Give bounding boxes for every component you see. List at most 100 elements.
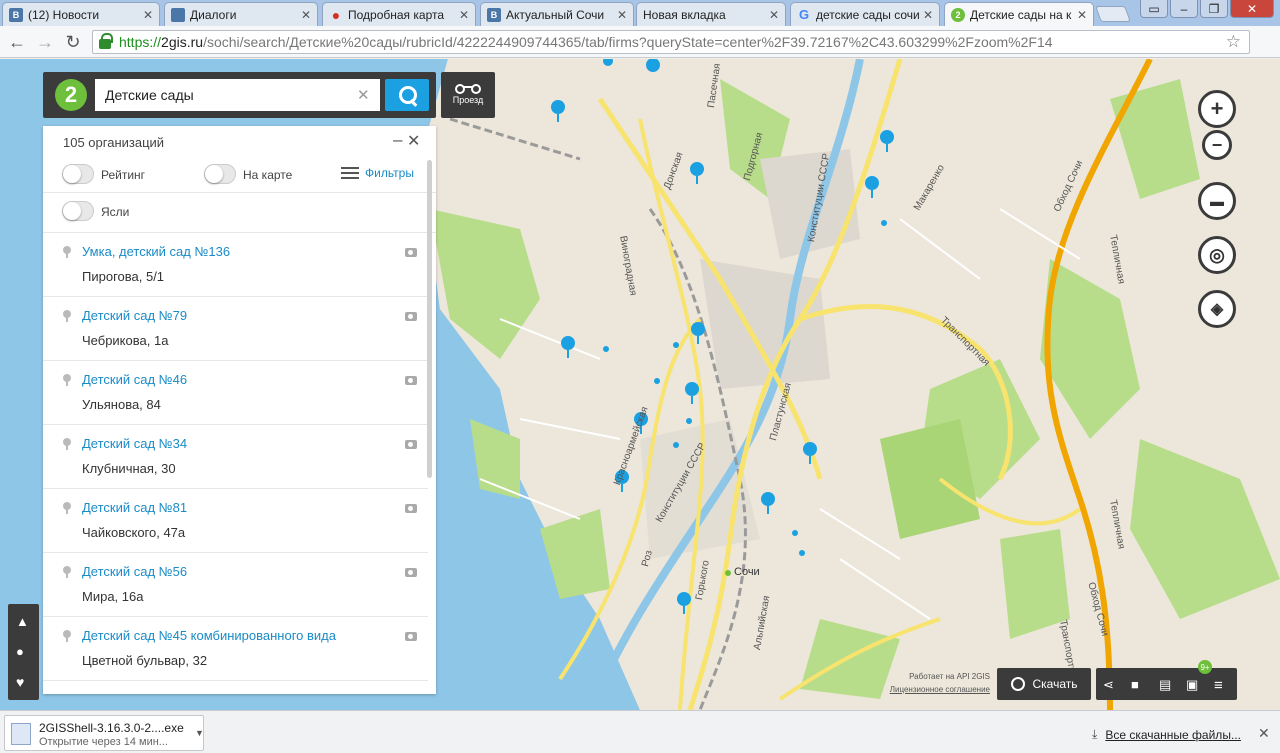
camera-icon[interactable]: [405, 248, 417, 257]
chevron-down-icon[interactable]: ▼: [195, 728, 204, 738]
zoom-out-button[interactable]: −: [1202, 130, 1232, 160]
tab-new[interactable]: Новая вкладка ✕: [636, 2, 786, 26]
map-copyright: Работает на API 2GIS Лицензионное соглаш…: [876, 670, 990, 696]
close-icon[interactable]: ✕: [617, 8, 627, 22]
item-name[interactable]: Умка, детский сад №136: [82, 244, 230, 259]
item-name[interactable]: Детский сад №81: [82, 500, 187, 515]
download-file-name: 2GISShell-3.16.3.0-2....exe: [39, 721, 184, 735]
tab-actual-sochi[interactable]: В Актуальный Сочи ✕: [480, 2, 634, 26]
route-icon: [455, 82, 481, 94]
item-name[interactable]: Детский сад №56: [82, 564, 187, 579]
clear-icon[interactable]: ✕: [357, 86, 370, 104]
route-button[interactable]: Проезд: [441, 72, 495, 118]
download-status: Открытие через 14 мин...: [39, 736, 168, 748]
search-input[interactable]: [95, 79, 380, 111]
comment-icon[interactable]: ■: [1131, 677, 1147, 692]
search-bar: 2 ✕: [43, 72, 436, 118]
download-item[interactable]: 2GISShell-3.16.3.0-2....exe Открытие чер…: [4, 715, 204, 751]
reload-icon[interactable]: ↻: [62, 32, 84, 52]
tab-label: детские сады сочи: [816, 7, 919, 22]
locate-me-icon[interactable]: ◎: [1198, 236, 1236, 274]
list-item[interactable]: Детский сад №46 Ульянова, 84: [43, 361, 428, 425]
close-icon[interactable]: ✕: [301, 8, 311, 22]
on-map-toggle[interactable]: [204, 164, 236, 184]
item-name[interactable]: Детский сад №46: [82, 372, 187, 387]
heart-icon[interactable]: ♥: [16, 674, 31, 690]
url-input[interactable]: https://2gis.ru/sochi/search/Детские%20с…: [92, 30, 1250, 54]
left-tools: ▲ ● ♥: [8, 604, 39, 700]
forward-arrow-icon[interactable]: →: [34, 32, 56, 52]
tab-2gis-active[interactable]: 2 Детские сады на к ✕: [944, 2, 1094, 27]
list-item[interactable]: Детский сад №56 Мира, 16а: [43, 553, 428, 617]
share-icon[interactable]: ⋖: [1103, 677, 1119, 692]
close-panel-icon[interactable]: ✕: [407, 131, 420, 151]
location-pin-icon: [63, 630, 71, 642]
list-item[interactable]: Детский сад №79 Чебрикова, 1а: [43, 297, 428, 361]
close-icon[interactable]: ✕: [923, 8, 933, 22]
list-item[interactable]: Детский сад №81 Чайковского, 47а: [43, 489, 428, 553]
download-shelf: 2GISShell-3.16.3.0-2....exe Открытие чер…: [0, 710, 1280, 753]
filters-icon: [341, 166, 359, 180]
tab-news[interactable]: В (12) Новости ✕: [2, 2, 160, 26]
back-arrow-icon[interactable]: ←: [6, 32, 28, 52]
item-name[interactable]: Детский сад №34: [82, 436, 187, 451]
browser-tab-bar: В (12) Новости ✕ Диалоги ✕ ● Подробная к…: [0, 0, 1280, 27]
minimize-icon[interactable]: –: [1170, 0, 1198, 18]
license-link[interactable]: Лицензионное соглашение: [876, 683, 990, 696]
nursery-toggle[interactable]: [62, 201, 94, 221]
panel-scrollbar[interactable]: [427, 160, 432, 478]
filters-button[interactable]: Фильтры: [341, 166, 414, 180]
person-icon[interactable]: ●: [16, 644, 31, 659]
item-name[interactable]: Детский сад №79: [82, 308, 187, 323]
buildings-icon[interactable]: ▲: [16, 614, 31, 629]
url-path: /sochi/search/Детские%20сады/rubricId/42…: [203, 34, 1053, 50]
results-panel: 105 организаций – ✕ Рейтинг На карте Фил…: [43, 126, 436, 694]
2gis-logo-icon[interactable]: 2: [55, 79, 87, 111]
new-tab-button[interactable]: [1095, 6, 1131, 22]
tab-label: (12) Новости: [28, 7, 100, 22]
camera-icon[interactable]: [405, 312, 417, 321]
bookmark-star-icon[interactable]: ☆: [1226, 32, 1241, 52]
list-item[interactable]: Детский сад №34 Клубничная, 30: [43, 425, 428, 489]
list-item[interactable]: Детский сад №45 комбинированного вида Цв…: [43, 617, 428, 681]
location-pin-icon: [63, 246, 71, 258]
close-icon[interactable]: ✕: [143, 8, 153, 22]
rating-toggle[interactable]: [62, 164, 94, 184]
search-button[interactable]: [385, 79, 429, 111]
item-name[interactable]: Детский сад №45 комбинированного вида: [82, 628, 336, 643]
all-downloads-link[interactable]: ⤓ Все скачанные файлы...: [1092, 727, 1241, 742]
tab-google-search[interactable]: G детские сады сочи ✕: [790, 2, 940, 26]
maximize-icon[interactable]: ❐: [1200, 0, 1228, 18]
location-pin-icon: [63, 438, 71, 450]
item-address: Ульянова, 84: [82, 397, 161, 412]
api-text: Работает на API 2GIS: [909, 672, 990, 681]
print-icon[interactable]: ▤: [1159, 677, 1175, 692]
nursery-toggle-label: Ясли: [101, 205, 130, 219]
list-item[interactable]: Умка, детский сад №136 Пирогова, 5/1: [43, 233, 428, 297]
user-icon[interactable]: ▭: [1140, 0, 1168, 18]
tab-detailed-map[interactable]: ● Подробная карта ✕: [322, 2, 476, 26]
camera-icon[interactable]: [405, 632, 417, 641]
ruler-icon[interactable]: ▬: [1198, 182, 1236, 220]
download-app-button[interactable]: Скачать: [997, 668, 1091, 700]
camera-icon[interactable]: [405, 504, 417, 513]
zoom-in-button[interactable]: +: [1198, 90, 1236, 128]
camera-icon[interactable]: [405, 440, 417, 449]
camera-icon[interactable]: [405, 568, 417, 577]
minimize-panel-icon[interactable]: –: [393, 130, 402, 150]
location-pin-icon: [63, 566, 71, 578]
close-icon[interactable]: ✕: [769, 8, 779, 22]
location-pin-icon: [63, 374, 71, 386]
window-close-icon[interactable]: ✕: [1230, 0, 1274, 18]
camera-icon[interactable]: [405, 376, 417, 385]
close-shelf-icon[interactable]: ✕: [1258, 725, 1270, 742]
close-icon[interactable]: ✕: [459, 8, 469, 22]
menu-icon[interactable]: ≡: [1214, 677, 1230, 694]
close-icon[interactable]: ✕: [1077, 8, 1087, 22]
layers-icon[interactable]: ◈: [1198, 290, 1236, 328]
bookmarks-icon[interactable]: ▣: [1186, 677, 1202, 692]
tab-dialogs[interactable]: Диалоги ✕: [164, 2, 318, 26]
vk-icon: В: [487, 7, 501, 22]
map-actions: ⋖ ■ ▤ ▣ ≡: [1096, 668, 1237, 700]
map-pin-icon: ●: [331, 6, 341, 23]
